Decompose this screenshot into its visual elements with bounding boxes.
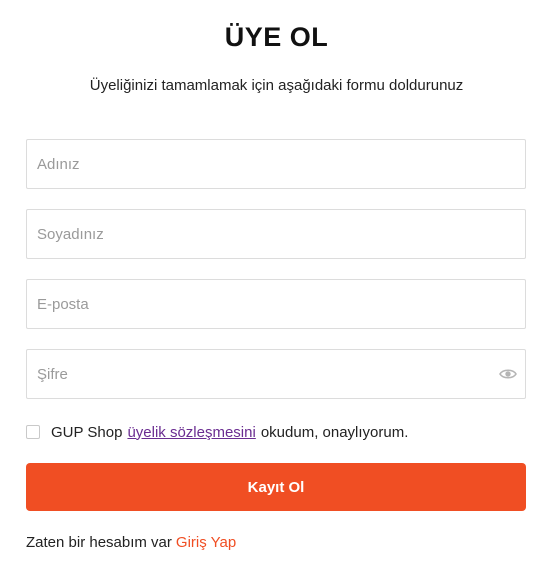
- last-name-field-wrapper: [26, 209, 526, 259]
- register-page: ÜYE OL Üyeliğinizi tamamlamak için aşağı…: [0, 0, 553, 564]
- page-subtitle: Üyeliğinizi tamamlamak için aşağıdaki fo…: [89, 77, 464, 94]
- first-name-input[interactable]: [27, 140, 525, 188]
- page-title: ÜYE OL: [224, 22, 329, 52]
- terms-link[interactable]: üyelik sözleşmesini: [127, 424, 255, 441]
- login-link[interactable]: Giriş Yap: [176, 534, 236, 551]
- login-prompt: Zaten bir hesabım var: [26, 534, 172, 551]
- eye-icon[interactable]: [499, 367, 517, 381]
- terms-prefix: GUP Shop: [51, 423, 123, 441]
- password-input[interactable]: [27, 350, 525, 398]
- email-field-wrapper: [26, 279, 526, 329]
- register-button[interactable]: Kayıt Ol: [26, 463, 526, 511]
- terms-checkbox[interactable]: [26, 425, 40, 439]
- last-name-input[interactable]: [27, 210, 525, 258]
- terms-row: GUP Shop üyelik sözleşmesini okudum, ona…: [26, 422, 408, 442]
- email-input[interactable]: [27, 280, 525, 328]
- first-name-field-wrapper: [26, 139, 526, 189]
- terms-suffix: okudum, onaylıyorum.: [260, 423, 409, 441]
- password-field-wrapper: [26, 349, 526, 399]
- login-row: Zaten bir hesabım var Giriş Yap: [26, 534, 236, 551]
